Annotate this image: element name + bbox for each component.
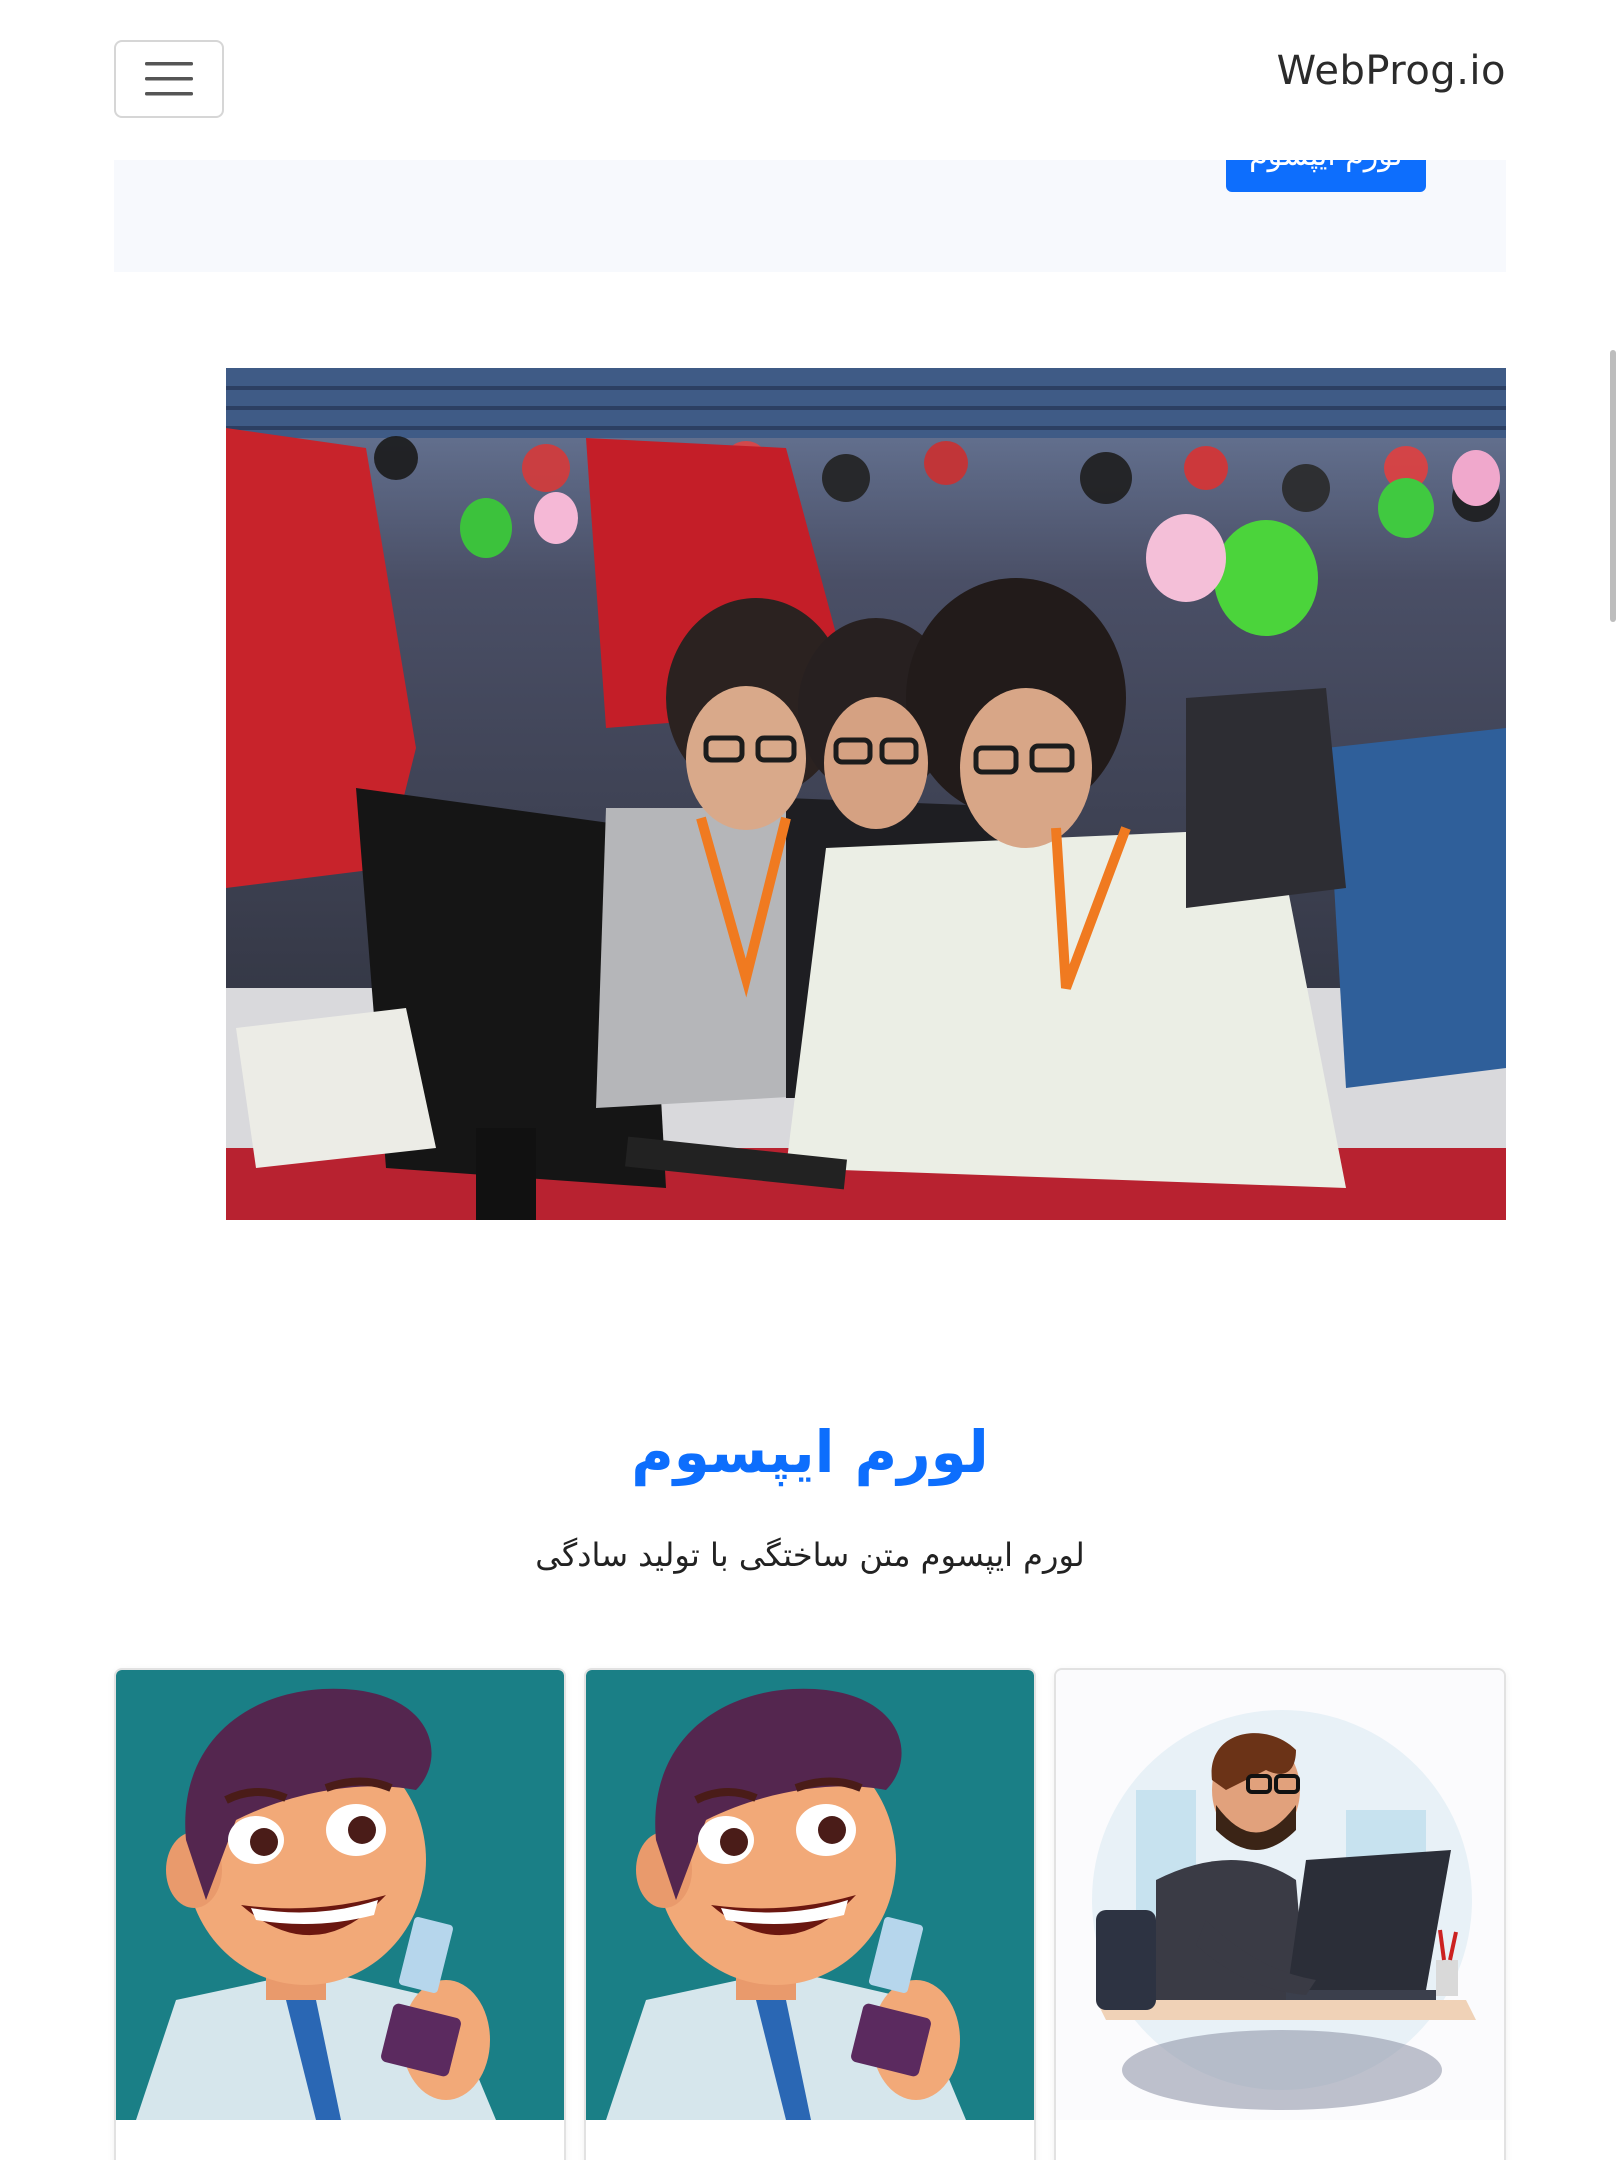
card-1-image	[116, 1670, 564, 2120]
card-3-image	[1056, 1670, 1504, 2120]
card-2[interactable]	[584, 1668, 1036, 2160]
section-subtitle: لورم ایپسوم متن ساختگی با تولید سادگی	[535, 1536, 1085, 1574]
section-title: لورم ایپسوم	[631, 1418, 989, 1486]
hamburger-menu-icon	[145, 62, 193, 96]
card-3[interactable]	[1054, 1668, 1506, 2160]
contest-photo	[226, 368, 1506, 1220]
card-1[interactable]	[114, 1668, 566, 2160]
navbar: WebProg.io	[0, 0, 1620, 160]
scrollbar-thumb[interactable]	[1610, 350, 1616, 622]
card-2-image	[586, 1670, 1034, 2120]
navbar-brand[interactable]: WebProg.io	[1277, 48, 1506, 94]
page-scrollbar[interactable]	[1604, 0, 1620, 2160]
navbar-toggler-button[interactable]	[114, 40, 224, 118]
page: WebProg.io لورم ایپسوم لورم ایپسوم متن س…	[0, 0, 1620, 2160]
